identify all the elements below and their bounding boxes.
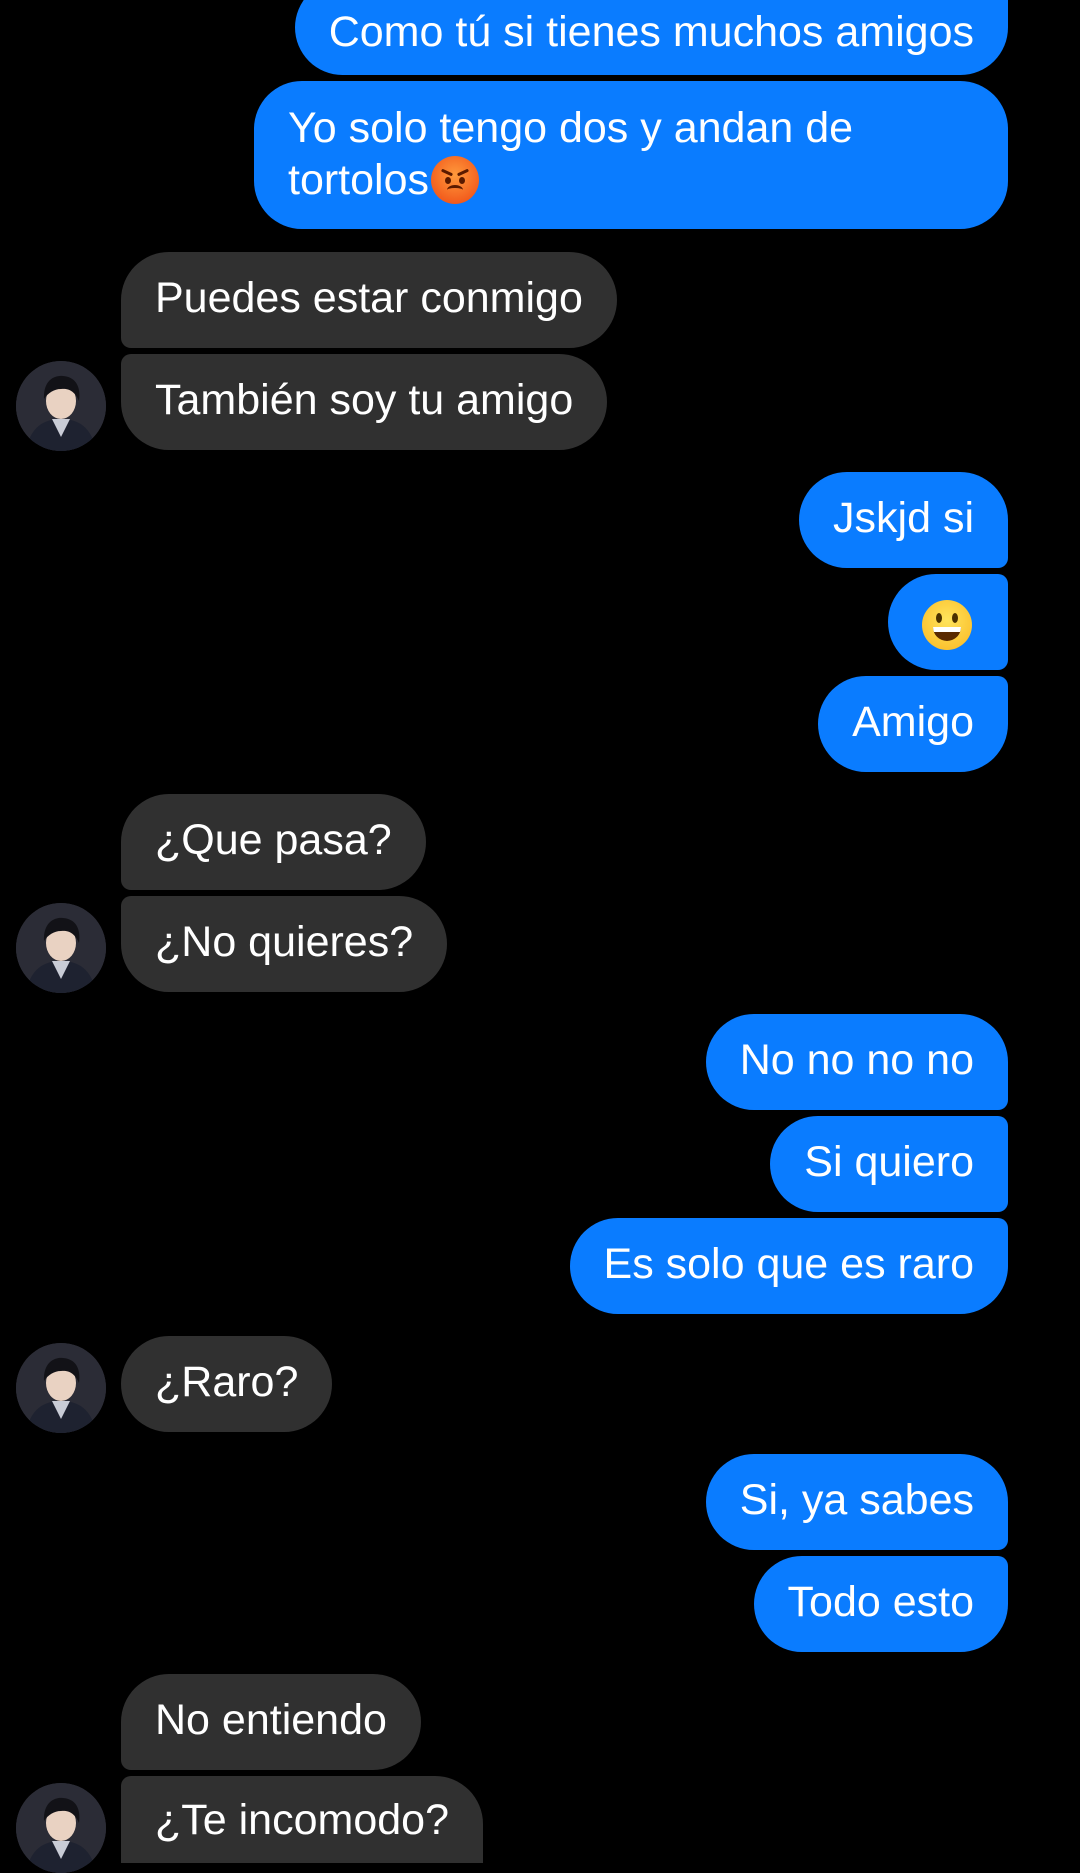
message-text: ¿Raro? [155,1358,299,1406]
outgoing-message[interactable]: Como tú si tienes muchos amigos [294,0,1008,75]
incoming-message[interactable]: ¿Raro? [121,1336,333,1432]
outgoing-message[interactable]: Si, ya sabes [705,1454,1008,1550]
message-text: ¿Te incomodo? [155,1796,449,1844]
outgoing-message[interactable]: Es solo que es raro [569,1218,1008,1314]
message-text: No entiendo [155,1696,387,1744]
outgoing-message[interactable] [888,574,1008,670]
message-text: Como tú si tienes muchos amigos [328,8,974,56]
incoming-message[interactable]: Puedes estar conmigo [121,252,617,348]
message-text: ¿No quieres? [155,918,414,966]
angry-face-icon [431,155,480,204]
outgoing-message[interactable]: Jskjd si [799,472,1008,568]
message-text: Es solo que es raro [603,1240,974,1288]
incoming-message[interactable]: ¿Que pasa? [121,794,426,890]
message-text: Puedes estar conmigo [155,274,583,322]
message-text: Amigo [852,698,974,746]
contact-avatar[interactable] [16,1783,106,1873]
avatar-photo [16,1783,106,1873]
message-text: ¿Que pasa? [155,816,392,864]
message-text: Si quiero [804,1138,974,1186]
incoming-message[interactable]: No entiendo [121,1674,421,1770]
message-text: Si, ya sabes [739,1476,974,1524]
grinning-face-icon [922,599,972,650]
contact-avatar[interactable] [16,1343,106,1433]
outgoing-message[interactable]: Amigo [818,676,1008,772]
outgoing-message[interactable]: Todo esto [753,1556,1008,1652]
message-text: Todo esto [787,1578,974,1626]
outgoing-message[interactable]: No no no no [705,1014,1008,1110]
incoming-message[interactable]: ¿No quieres? [121,896,448,992]
contact-avatar[interactable] [16,361,106,451]
message-text: No no no no [739,1036,974,1084]
contact-avatar[interactable] [16,903,106,993]
incoming-message[interactable]: También soy tu amigo [121,354,608,450]
outgoing-message[interactable]: Si quiero [770,1116,1008,1212]
message-text: Jskjd si [833,494,974,542]
avatar-photo [16,903,106,993]
outgoing-message[interactable]: Yo solo tengo dos y andan de tortolos [254,81,1008,229]
avatar-photo [16,361,106,451]
avatar-photo [16,1343,106,1433]
message-text: Yo solo tengo dos y andan de tortolos [288,104,854,204]
incoming-message[interactable]: ¿Te incomodo? [121,1776,483,1863]
message-text: También soy tu amigo [155,376,574,424]
